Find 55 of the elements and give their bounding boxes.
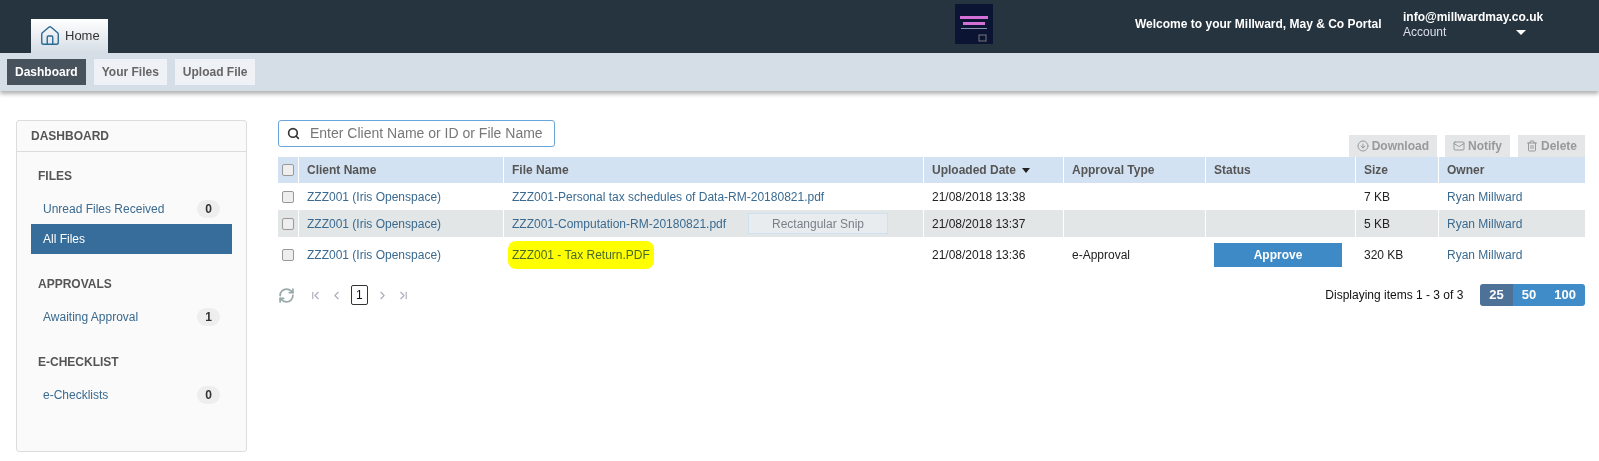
page-size-option[interactable]: 25	[1480, 284, 1513, 306]
refresh-icon[interactable]	[278, 286, 295, 304]
logo-icon	[955, 4, 993, 44]
sidebar-item[interactable]: Unread Files Received 0	[31, 194, 232, 224]
table-cell-text: 320 KB	[1364, 247, 1404, 264]
table-cell-text: 21/08/2018 13:36	[932, 247, 1026, 264]
page-size-option[interactable]: 50	[1512, 284, 1546, 306]
count-badge: 1	[197, 308, 220, 326]
section-heading: APPROVALS	[37, 276, 113, 293]
tooltip: Rectangular Snip	[748, 213, 888, 234]
notify-icon	[1452, 140, 1465, 152]
account-email: info@millwardmay.co.uk	[1403, 10, 1544, 25]
section-heading: E-CHECKLIST	[37, 354, 120, 371]
sidebar-item[interactable]: Awaiting Approval 1	[31, 302, 232, 332]
row-checkbox[interactable]	[282, 217, 294, 230]
table-cell-text: 21/08/2018 13:37	[932, 215, 1026, 233]
caret-icon	[1516, 30, 1526, 35]
nav-tab[interactable]: Dashboard	[7, 59, 86, 85]
search-field[interactable]: Enter Client Name or ID or File Name	[278, 120, 555, 147]
row-checkbox[interactable]	[282, 249, 294, 261]
owner-link[interactable]: Ryan Millward	[1447, 246, 1523, 264]
checkbox[interactable]	[282, 164, 294, 176]
owner-link[interactable]: Ryan Millward	[1447, 214, 1523, 233]
page-size-option[interactable]: 100	[1545, 284, 1585, 306]
section-heading: FILES	[37, 168, 73, 185]
home-icon	[39, 25, 61, 47]
owner-link[interactable]: Ryan Millward	[1447, 187, 1523, 206]
nav-tab[interactable]: Upload File	[174, 59, 256, 85]
table-cell-text: 21/08/2018 13:38	[932, 188, 1026, 206]
table-cell-text: 5 KB	[1364, 215, 1390, 233]
file-link[interactable]: ZZZ001 - Tax Return.PDF	[508, 241, 654, 269]
sidebar-title: DASHBOARD	[17, 121, 246, 152]
approve-button[interactable]: Approve	[1214, 243, 1342, 267]
sidebar-item[interactable]: e-Checklists 0	[31, 380, 232, 410]
delete-icon	[1525, 140, 1538, 152]
page-number[interactable]: 1	[351, 285, 368, 305]
row-checkbox[interactable]	[282, 190, 294, 203]
client-link[interactable]: ZZZ001 (Iris Openspace)	[307, 187, 442, 206]
file-link[interactable]: ZZZ001-Computation-RM-20180821.pdf	[512, 214, 727, 233]
search-icon	[287, 127, 300, 140]
table-cell-text: 7 KB	[1364, 188, 1390, 206]
client-link[interactable]: ZZZ001 (Iris Openspace)	[307, 214, 442, 233]
table-cell-text: e-Approval	[1072, 247, 1131, 264]
account-dropdown[interactable]: Account	[1403, 25, 1528, 40]
file-link[interactable]: ZZZ001-Personal tax schedules of Data-RM-20180821.pdf	[512, 187, 825, 206]
pager-summary: Displaying items 1 - 3 of 3	[1325, 287, 1464, 304]
welcome-text: Welcome to your Millward, May & Co Portal	[1135, 16, 1382, 33]
sort-icon	[1022, 167, 1030, 173]
sidebar-item[interactable]: All Files	[31, 224, 232, 254]
count-badge: 0	[197, 386, 220, 404]
nav-tab[interactable]: Your Files	[93, 59, 167, 85]
home-tab[interactable]: Home	[31, 19, 108, 53]
client-link[interactable]: ZZZ001 (Iris Openspace)	[307, 246, 442, 264]
download-icon	[1356, 140, 1369, 152]
count-badge: 0	[197, 200, 220, 218]
